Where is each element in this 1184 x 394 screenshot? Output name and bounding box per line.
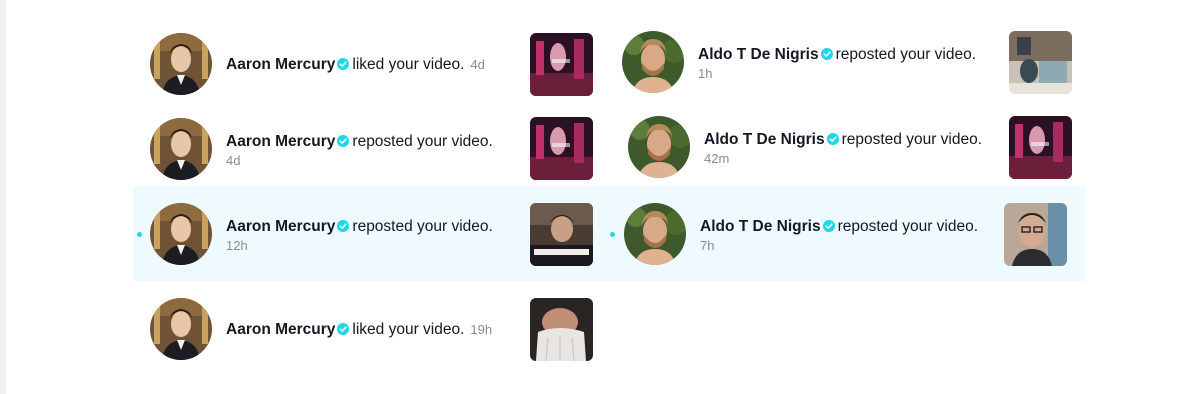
video-thumbnail[interactable] bbox=[530, 298, 593, 361]
action-text: reposted your video. bbox=[837, 218, 979, 235]
user-avatar-icon bbox=[150, 298, 212, 360]
avatar[interactable] bbox=[624, 203, 686, 265]
timestamp: 19h bbox=[470, 322, 493, 337]
verified-badge-icon bbox=[337, 220, 350, 232]
timestamp: 7h bbox=[700, 238, 715, 253]
action-text: reposted your video. bbox=[841, 131, 983, 148]
user-name[interactable]: Aaron Mercury bbox=[226, 218, 335, 235]
verified-badge-icon bbox=[822, 220, 835, 232]
video-thumbnail-image bbox=[1009, 116, 1072, 179]
avatar[interactable] bbox=[150, 33, 212, 95]
verified-badge-icon bbox=[337, 58, 350, 70]
timestamp: 42m bbox=[704, 151, 730, 166]
notification-item[interactable]: Aldo T De Nigris reposted your video. 1h bbox=[622, 31, 1002, 101]
video-thumbnail[interactable] bbox=[1004, 203, 1067, 266]
user-avatar-icon bbox=[150, 118, 212, 180]
user-name[interactable]: Aldo T De Nigris bbox=[700, 218, 821, 235]
user-avatar-icon bbox=[622, 31, 684, 93]
timestamp: 12h bbox=[226, 238, 248, 253]
verified-badge-icon bbox=[337, 135, 350, 147]
video-thumbnail[interactable] bbox=[1009, 116, 1072, 179]
verified-badge-icon bbox=[337, 323, 350, 335]
user-name[interactable]: Aaron Mercury bbox=[226, 133, 335, 150]
video-thumbnail-image bbox=[1004, 203, 1067, 266]
video-thumbnail[interactable] bbox=[1009, 31, 1072, 94]
user-avatar-icon bbox=[150, 203, 212, 265]
action-text: liked your video. bbox=[352, 56, 465, 73]
avatar[interactable] bbox=[628, 116, 690, 178]
video-thumbnail[interactable] bbox=[530, 203, 593, 266]
action-text: reposted your video. bbox=[352, 218, 493, 235]
user-name[interactable]: Aldo T De Nigris bbox=[704, 131, 825, 148]
action-text: liked your video. bbox=[352, 321, 465, 338]
user-name[interactable]: Aldo T De Nigris bbox=[698, 46, 819, 63]
verified-badge-icon bbox=[826, 133, 839, 145]
avatar[interactable] bbox=[150, 298, 212, 360]
user-avatar-icon bbox=[624, 203, 686, 265]
timestamp: 4d bbox=[226, 153, 241, 168]
action-text: reposted your video. bbox=[835, 46, 977, 63]
action-text: reposted your video. bbox=[352, 133, 493, 150]
user-avatar-icon bbox=[150, 33, 212, 95]
notification-item[interactable]: Aldo T De Nigris reposted your video. 42m bbox=[628, 116, 1008, 186]
unread-indicator-dot bbox=[610, 232, 615, 237]
unread-indicator-dot bbox=[137, 232, 142, 237]
user-avatar-icon bbox=[628, 116, 690, 178]
timestamp: 4d bbox=[470, 57, 485, 72]
user-name[interactable]: Aaron Mercury bbox=[226, 321, 335, 338]
video-thumbnail-image bbox=[530, 117, 593, 180]
avatar[interactable] bbox=[622, 31, 684, 93]
user-name[interactable]: Aaron Mercury bbox=[226, 56, 335, 73]
video-thumbnail-image bbox=[530, 203, 593, 266]
left-edge-divider bbox=[0, 0, 6, 394]
video-thumbnail-image bbox=[530, 33, 593, 96]
video-thumbnail[interactable] bbox=[530, 33, 593, 96]
video-thumbnail[interactable] bbox=[530, 117, 593, 180]
avatar[interactable] bbox=[150, 203, 212, 265]
notification-item[interactable]: Aldo T De Nigris reposted your video. 7h bbox=[624, 203, 1004, 273]
verified-badge-icon bbox=[820, 48, 833, 60]
timestamp: 1h bbox=[698, 66, 713, 81]
video-thumbnail-image bbox=[1009, 31, 1072, 94]
video-thumbnail-image bbox=[530, 298, 593, 361]
avatar[interactable] bbox=[150, 118, 212, 180]
